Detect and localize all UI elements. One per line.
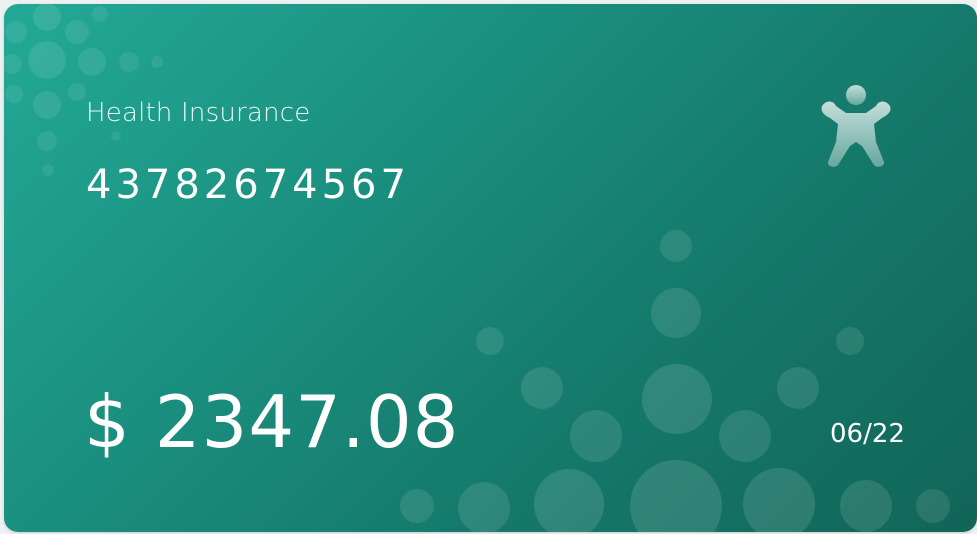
card-number: 43782674567	[86, 162, 410, 208]
insurance-card[interactable]: Health Insurance 43782674567 $ 2347.08 0…	[4, 4, 977, 532]
card-balance: $ 2347.08	[84, 380, 460, 464]
person-arms-up-icon	[821, 85, 891, 167]
card-expiry-date: 06/22	[830, 419, 905, 449]
card-title: Health Insurance	[86, 98, 311, 128]
